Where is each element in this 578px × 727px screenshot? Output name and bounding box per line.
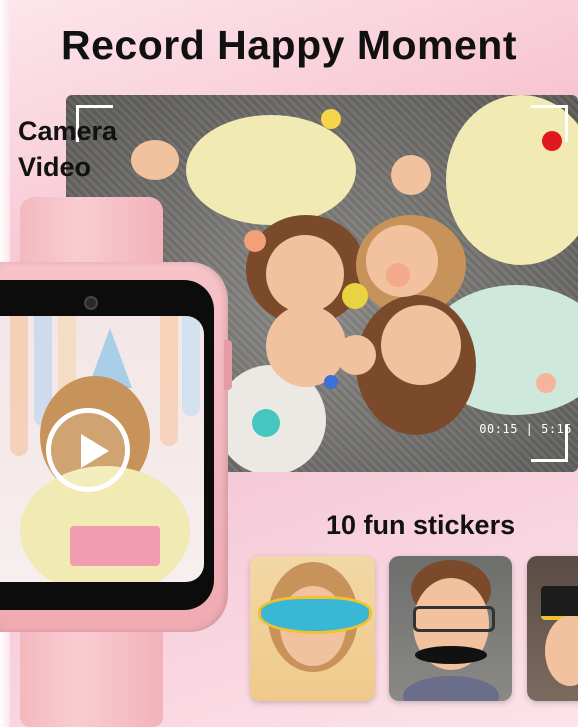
watch-side-button — [224, 340, 232, 390]
watch-camera-icon — [84, 296, 98, 310]
drape — [10, 316, 28, 456]
drape — [182, 316, 200, 416]
sticker-thumb-mustache — [389, 556, 512, 701]
sticker-thumb-mask — [250, 556, 375, 701]
confetti — [342, 283, 368, 309]
frame-corner — [531, 105, 568, 142]
hat-sticker — [541, 586, 578, 620]
confetti — [324, 375, 338, 389]
kid-hand-2 — [391, 155, 431, 195]
kid-face — [266, 235, 344, 313]
thumb-shirt — [403, 676, 499, 701]
sticker-thumb-hat — [527, 556, 578, 701]
mask-sticker — [258, 596, 372, 634]
stickers-title: 10 fun stickers — [326, 510, 516, 540]
glasses-sticker — [413, 606, 495, 632]
confetti — [252, 409, 280, 437]
video-label: Video — [18, 152, 92, 182]
confetti — [244, 230, 266, 252]
kid-face-4 — [381, 305, 461, 385]
kid-shirt-yellow — [186, 115, 356, 225]
confetti — [386, 263, 410, 287]
kid-hand — [131, 140, 179, 180]
headline: Record Happy Moment — [61, 22, 517, 68]
play-icon[interactable] — [46, 408, 130, 492]
watch-screen — [0, 316, 204, 582]
camera-label: Camera — [18, 116, 118, 146]
confetti — [321, 109, 341, 129]
play-triangle — [81, 434, 109, 468]
confetti — [536, 373, 556, 393]
kid-hand-3 — [336, 335, 376, 375]
timecode: 00:15 | 5:15 — [479, 422, 572, 436]
mustache-sticker — [415, 646, 487, 664]
drape — [160, 316, 178, 446]
camera-video-label: Camera Video — [18, 113, 117, 185]
gift-box — [70, 526, 160, 566]
thumb-face — [545, 616, 578, 686]
